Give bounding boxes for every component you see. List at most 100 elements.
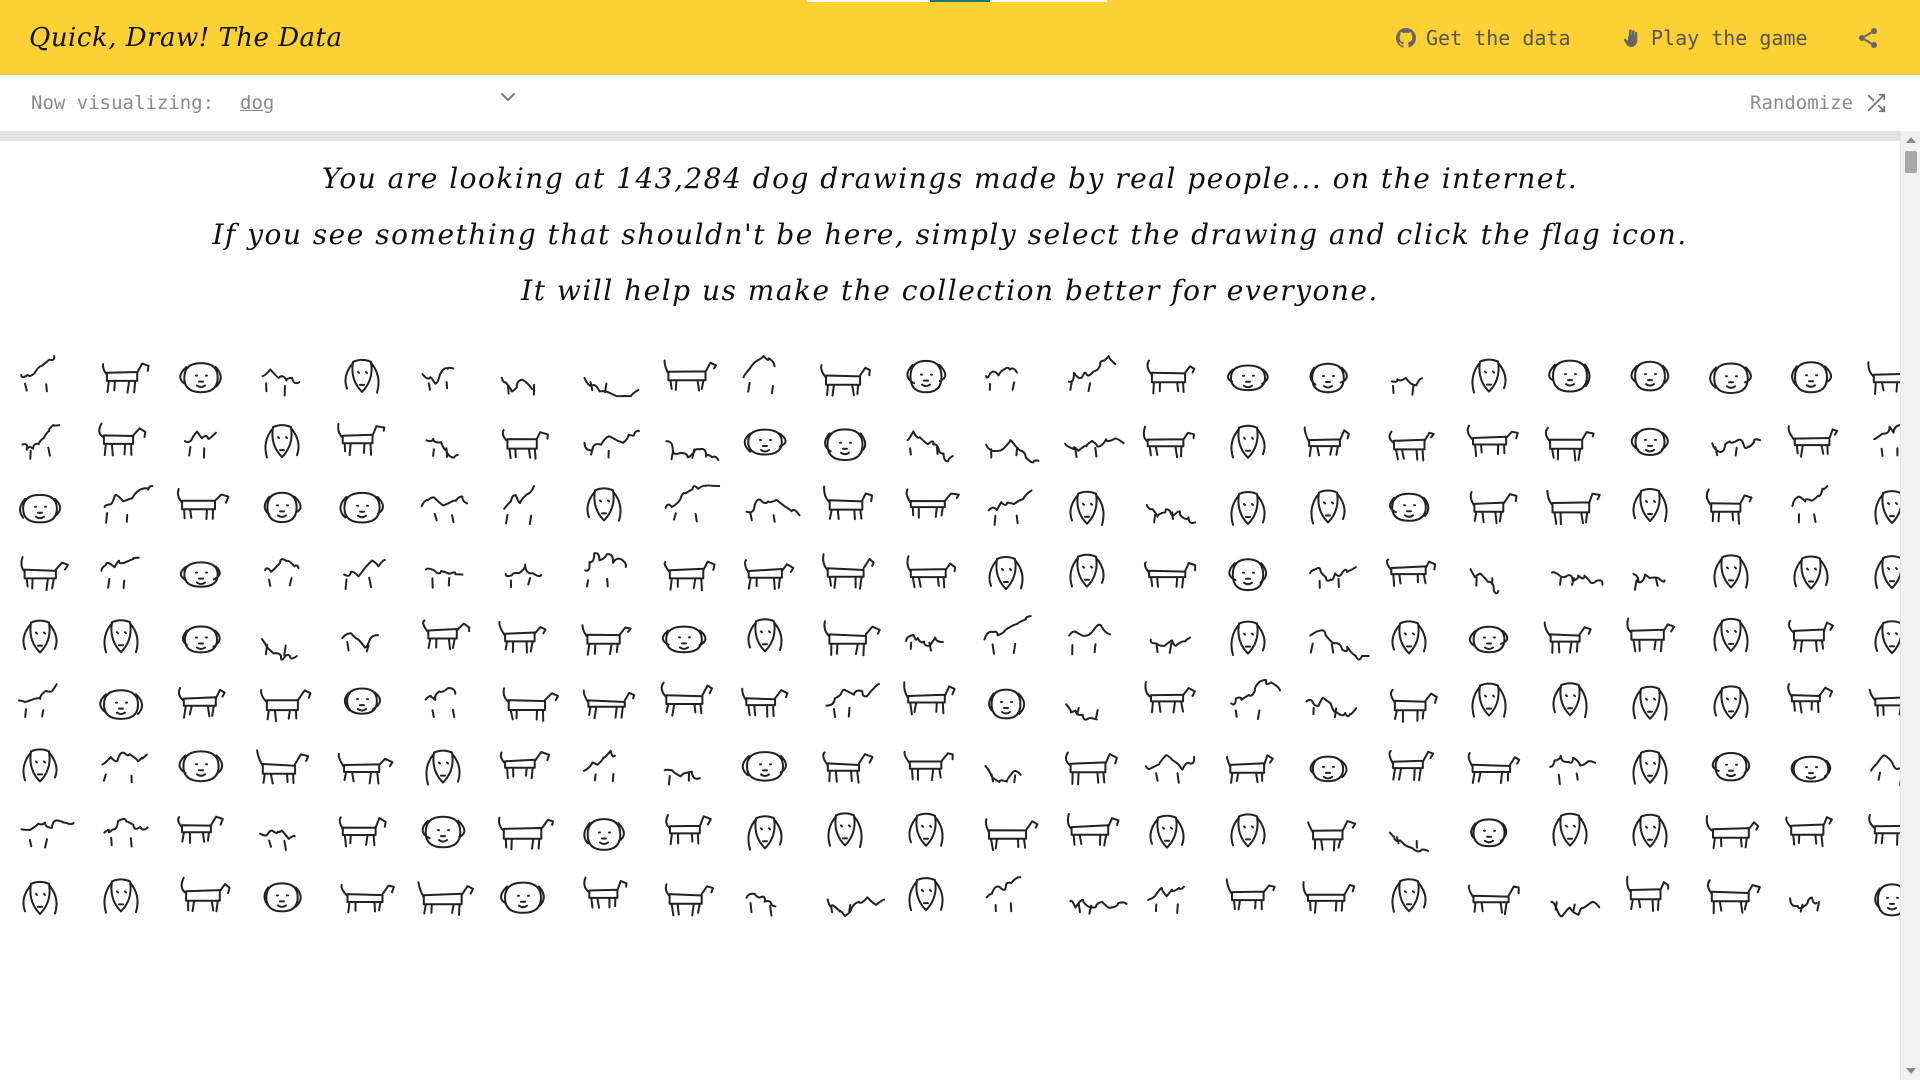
dog-drawing-thumbnail[interactable] [10, 478, 70, 538]
dog-drawing-thumbnail[interactable] [413, 413, 473, 473]
dog-drawing-thumbnail[interactable] [1459, 673, 1519, 733]
dog-drawing-thumbnail[interactable] [493, 738, 553, 798]
dog-drawing-thumbnail[interactable] [815, 608, 881, 668]
dog-drawing-thumbnail[interactable] [1781, 738, 1841, 798]
dog-drawing-thumbnail[interactable] [654, 738, 714, 798]
dog-drawing-thumbnail[interactable] [171, 868, 231, 928]
get-data-link[interactable]: Get the data [1396, 18, 1571, 58]
dog-drawing-thumbnail[interactable] [252, 608, 312, 668]
dog-drawing-thumbnail[interactable] [574, 803, 634, 863]
dog-drawing-thumbnail[interactable] [1379, 543, 1439, 603]
dog-drawing-thumbnail[interactable] [896, 348, 956, 408]
dog-drawing-thumbnail[interactable] [896, 478, 960, 538]
dog-drawing-thumbnail[interactable] [1218, 803, 1278, 863]
dog-drawing-thumbnail[interactable] [896, 673, 956, 733]
dog-drawing-thumbnail[interactable] [1862, 868, 1901, 928]
dog-drawing-thumbnail[interactable] [1781, 673, 1841, 733]
dog-drawing-thumbnail[interactable] [735, 803, 795, 863]
dog-drawing-thumbnail[interactable] [91, 608, 151, 668]
dog-drawing-thumbnail[interactable] [1379, 478, 1439, 538]
dog-drawing-thumbnail[interactable] [735, 608, 795, 668]
dog-drawing-thumbnail[interactable] [1298, 868, 1358, 928]
category-select[interactable]: dog [240, 90, 274, 116]
dog-drawing-thumbnail[interactable] [1781, 478, 1841, 538]
dog-drawing-thumbnail[interactable] [1620, 413, 1680, 473]
dog-drawing-thumbnail[interactable] [252, 673, 312, 733]
dog-drawing-thumbnail[interactable] [171, 738, 231, 798]
dog-drawing-thumbnail[interactable] [91, 348, 151, 408]
dog-drawing-thumbnail[interactable] [654, 478, 721, 538]
dog-drawing-thumbnail[interactable] [654, 413, 720, 473]
dog-drawing-thumbnail[interactable] [815, 803, 875, 863]
dog-drawing-thumbnail[interactable] [10, 608, 70, 668]
dog-drawing-thumbnail[interactable] [815, 673, 880, 733]
page-scrollbar[interactable] [1900, 131, 1920, 1080]
dog-drawing-thumbnail[interactable] [1379, 738, 1439, 798]
dog-drawing-thumbnail[interactable] [654, 543, 716, 603]
dog-drawing-thumbnail[interactable] [1218, 543, 1278, 603]
scroll-thumb[interactable] [1905, 151, 1917, 173]
dog-drawing-thumbnail[interactable] [1781, 868, 1841, 928]
dog-drawing-thumbnail[interactable] [91, 413, 151, 473]
dog-drawing-thumbnail[interactable] [1862, 738, 1901, 798]
dog-drawing-thumbnail[interactable] [1540, 868, 1600, 928]
dog-drawing-thumbnail[interactable] [332, 673, 392, 733]
dog-drawing-thumbnail[interactable] [1057, 738, 1118, 798]
dog-drawing-thumbnail[interactable] [654, 348, 717, 408]
dog-drawing-thumbnail[interactable] [413, 348, 473, 408]
dog-drawing-thumbnail[interactable] [10, 348, 70, 408]
dog-drawing-thumbnail[interactable] [1620, 478, 1680, 538]
dog-drawing-thumbnail[interactable] [976, 673, 1036, 733]
dog-drawing-thumbnail[interactable] [1781, 348, 1841, 408]
chevron-down-icon[interactable] [500, 92, 516, 102]
dog-drawing-thumbnail[interactable] [332, 478, 392, 538]
dog-drawing-thumbnail[interactable] [1298, 673, 1358, 733]
dog-drawing-thumbnail[interactable] [1298, 348, 1358, 408]
dog-drawing-thumbnail[interactable] [1379, 413, 1439, 473]
dog-drawing-thumbnail[interactable] [1218, 608, 1278, 668]
dog-drawing-thumbnail[interactable] [91, 673, 151, 733]
dog-drawing-thumbnail[interactable] [1701, 868, 1761, 928]
dog-drawing-thumbnail[interactable] [1701, 738, 1761, 798]
dog-drawing-thumbnail[interactable] [10, 803, 75, 863]
dog-drawing-thumbnail[interactable] [493, 803, 554, 863]
dog-drawing-thumbnail[interactable] [574, 348, 639, 408]
dog-drawing-thumbnail[interactable] [735, 868, 795, 928]
dog-drawing-thumbnail[interactable] [896, 413, 956, 473]
dog-drawing-thumbnail[interactable] [332, 413, 392, 473]
dog-drawing-thumbnail[interactable] [1057, 868, 1128, 928]
dog-drawing-thumbnail[interactable] [976, 803, 1039, 863]
dog-drawing-thumbnail[interactable] [332, 738, 394, 798]
dog-drawing-thumbnail[interactable] [1137, 413, 1197, 473]
dog-drawing-thumbnail[interactable] [1862, 608, 1901, 668]
dog-drawing-thumbnail[interactable] [1379, 673, 1439, 733]
dog-drawing-thumbnail[interactable] [252, 868, 312, 928]
dog-drawing-thumbnail[interactable] [654, 608, 714, 668]
dog-drawing-thumbnail[interactable] [1298, 543, 1358, 603]
dog-drawing-thumbnail[interactable] [976, 608, 1036, 668]
dog-drawing-thumbnail[interactable] [252, 803, 312, 863]
dog-drawing-thumbnail[interactable] [1137, 673, 1197, 733]
dog-drawing-thumbnail[interactable] [1620, 868, 1680, 928]
dog-drawing-thumbnail[interactable] [735, 413, 795, 473]
dog-drawing-thumbnail[interactable] [735, 673, 795, 733]
dog-drawing-thumbnail[interactable] [493, 348, 553, 408]
dog-drawing-thumbnail[interactable] [574, 543, 634, 603]
dog-drawing-thumbnail[interactable] [654, 803, 714, 863]
dog-drawing-thumbnail[interactable] [574, 868, 634, 928]
dog-drawing-thumbnail[interactable] [1057, 348, 1117, 408]
dog-drawing-thumbnail[interactable] [1218, 413, 1278, 473]
dog-drawing-thumbnail[interactable] [1862, 543, 1901, 603]
dog-drawing-thumbnail[interactable] [574, 738, 634, 798]
dog-drawing-thumbnail[interactable] [1620, 348, 1680, 408]
dog-drawing-thumbnail[interactable] [1379, 348, 1439, 408]
dog-drawing-thumbnail[interactable] [1137, 803, 1197, 863]
dog-drawing-thumbnail[interactable] [1057, 608, 1117, 668]
dog-drawing-thumbnail[interactable] [735, 348, 795, 408]
dog-drawing-thumbnail[interactable] [1620, 673, 1680, 733]
dog-drawing-thumbnail[interactable] [574, 478, 634, 538]
scroll-up-arrow-icon[interactable] [1906, 137, 1916, 143]
dog-drawing-thumbnail[interactable] [413, 478, 473, 538]
dog-drawing-thumbnail[interactable] [1781, 413, 1841, 473]
dog-drawing-thumbnail[interactable] [1701, 608, 1761, 668]
